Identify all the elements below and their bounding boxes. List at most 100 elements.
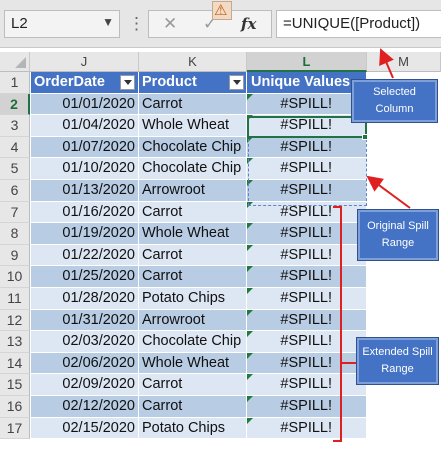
row-number[interactable]: 7 (0, 201, 30, 224)
row-number[interactable]: 9 (0, 244, 30, 267)
cell-unique-value[interactable]: #SPILL! (247, 417, 367, 440)
cell-orderdate[interactable]: 01/13/2020 (31, 180, 139, 202)
callout-selected-column-text: Selected Column (373, 86, 416, 115)
cell-product[interactable]: Carrot (139, 93, 247, 116)
selected-cell-outline (247, 116, 367, 138)
column-header-m[interactable]: M (367, 52, 441, 72)
cell-product[interactable]: Carrot (139, 374, 247, 396)
cell-unique-value[interactable]: #SPILL! (247, 266, 367, 288)
cell-orderdate[interactable]: 01/04/2020 (31, 115, 139, 137)
filter-dropdown-icon[interactable] (120, 75, 135, 90)
cell-unique-value-text: #SPILL! (280, 398, 332, 414)
cell-unique-value[interactable]: #SPILL! (247, 223, 367, 245)
column-header-k[interactable]: K (139, 52, 247, 72)
header-unique-values[interactable]: Unique Values (247, 72, 367, 94)
error-indicator-icon (247, 244, 253, 251)
function-icon[interactable]: fx (241, 15, 256, 33)
cell-unique-value-text: #SPILL! (280, 246, 332, 263)
cell-unique-value[interactable]: #SPILL! (247, 309, 367, 332)
cell-orderdate[interactable]: 01/16/2020 (31, 201, 139, 224)
header-product[interactable]: Product (139, 72, 247, 94)
more-options-icon[interactable]: ⋮ (128, 10, 145, 38)
cell-product[interactable]: Potato Chips (139, 288, 247, 310)
callout-original-spill-range: Original Spill Range (358, 210, 438, 260)
header-orderdate[interactable]: OrderDate (31, 72, 139, 94)
column-header-l[interactable]: L (247, 52, 367, 72)
cell-product[interactable]: Whole Wheat (139, 223, 247, 245)
callout-original-spill-range-text: Original Spill Range (367, 220, 429, 249)
row-number[interactable]: 17 (0, 417, 30, 440)
select-all-corner[interactable] (0, 52, 30, 72)
callout-extended-spill-range: Extended Spill Range (357, 338, 438, 384)
cell-unique-value[interactable]: #SPILL! (247, 244, 367, 267)
cell-unique-value[interactable]: #SPILL! (247, 352, 367, 375)
filter-dropdown-icon[interactable] (229, 75, 244, 90)
callout-extended-spill-range-text: Extended Spill Range (362, 346, 433, 375)
cell-unique-value[interactable]: #SPILL! (247, 331, 367, 353)
fill-handle[interactable] (362, 134, 368, 140)
cell-product[interactable]: Chocolate Chip (139, 136, 247, 159)
cell-orderdate[interactable]: 01/19/2020 (31, 223, 139, 245)
cell-product[interactable]: Arrowroot (139, 309, 247, 332)
cell-orderdate[interactable]: 01/28/2020 (31, 288, 139, 310)
cell-orderdate[interactable]: 01/31/2020 (31, 309, 139, 332)
cell-unique-value[interactable]: #SPILL! (247, 288, 367, 310)
formula-input[interactable]: =UNIQUE([Product]) (276, 10, 441, 38)
cell-orderdate[interactable]: 02/03/2020 (31, 331, 139, 353)
row-number[interactable]: 13 (0, 331, 30, 353)
cell-product[interactable]: Whole Wheat (139, 352, 247, 375)
cell-unique-value[interactable]: #SPILL! (247, 93, 367, 116)
cell-orderdate[interactable]: 01/25/2020 (31, 266, 139, 288)
row-number[interactable]: 3 (0, 115, 30, 137)
cell-product[interactable]: Carrot (139, 201, 247, 224)
cell-orderdate[interactable]: 02/12/2020 (31, 396, 139, 418)
warning-glyph: ⚠ (214, 2, 228, 19)
cell-product[interactable]: Arrowroot (139, 180, 247, 202)
row-number[interactable]: 12 (0, 309, 30, 332)
row-number[interactable]: 5 (0, 158, 30, 180)
row-number[interactable]: 10 (0, 266, 30, 288)
name-box-value: L2 (11, 15, 28, 32)
error-indicator-icon (247, 417, 253, 424)
cell-orderdate[interactable]: 02/06/2020 (31, 352, 139, 375)
cell-product[interactable]: Carrot (139, 266, 247, 288)
row-number[interactable]: 1 (0, 72, 30, 94)
cell-product[interactable]: Chocolate Chip (139, 331, 247, 353)
row-number[interactable]: 8 (0, 223, 30, 245)
name-box[interactable]: L2 ▼ (4, 10, 120, 38)
cell-unique-value-text: #SPILL! (280, 290, 332, 306)
row-number[interactable]: 4 (0, 136, 30, 159)
cell-orderdate[interactable]: 02/09/2020 (31, 374, 139, 396)
column-header-j[interactable]: J (30, 52, 139, 72)
cell-orderdate[interactable]: 01/22/2020 (31, 244, 139, 267)
cell-unique-value[interactable]: #SPILL! (247, 374, 367, 396)
cell-product[interactable]: Whole Wheat (139, 115, 247, 137)
error-indicator-icon (247, 331, 253, 338)
cell-unique-value-text: #SPILL! (280, 376, 332, 393)
cell-orderdate[interactable]: 01/10/2020 (31, 158, 139, 180)
error-indicator-icon (247, 352, 253, 359)
row-number[interactable]: 11 (0, 288, 30, 310)
error-indicator-icon (247, 266, 253, 273)
cell-product[interactable]: Chocolate Chip (139, 158, 247, 180)
callout-selected-column: Selected Column (352, 80, 437, 122)
table-row: 16 02/12/2020 Carrot #SPILL! (0, 396, 441, 418)
cell-orderdate[interactable]: 01/01/2020 (31, 93, 139, 116)
warning-icon[interactable]: ⚠ (212, 1, 232, 20)
formula-action-buttons: ✕ ✓ fx (148, 10, 272, 38)
row-number[interactable]: 14 (0, 352, 30, 375)
cell-product[interactable]: Potato Chips (139, 417, 247, 440)
row-number[interactable]: 15 (0, 374, 30, 396)
row-number[interactable]: 2 (0, 93, 30, 116)
table-row: 17 02/15/2020 Potato Chips #SPILL! (0, 417, 441, 440)
row-number[interactable]: 6 (0, 180, 30, 202)
cell-unique-value[interactable]: #SPILL! (247, 396, 367, 418)
cell-orderdate[interactable]: 02/15/2020 (31, 417, 139, 440)
cell-product[interactable]: Carrot (139, 396, 247, 418)
cell-product[interactable]: Carrot (139, 244, 247, 267)
cell-unique-value-text: #SPILL! (280, 354, 332, 371)
cancel-x-icon[interactable]: ✕ (163, 14, 177, 34)
row-number[interactable]: 16 (0, 396, 30, 418)
chevron-down-icon[interactable]: ▼ (102, 15, 114, 29)
cell-orderdate[interactable]: 01/07/2020 (31, 136, 139, 159)
